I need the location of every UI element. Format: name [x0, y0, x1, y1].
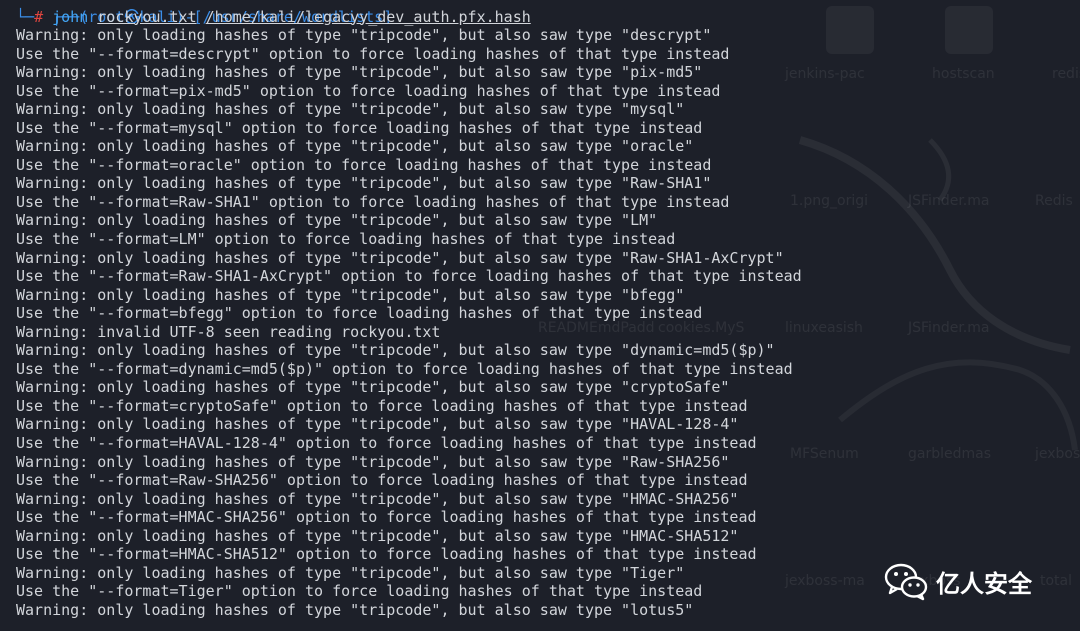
desktop-label: total [1040, 573, 1073, 589]
prompt-command-line: └─# john rockyou.txt /home/kali/legacyy_… [16, 8, 531, 27]
output-line: Warning: only loading hashes of type "tr… [16, 100, 685, 119]
output-line: Use the "--format=descrypt" option to fo… [16, 44, 730, 63]
output-line: Warning: invalid UTF-8 seen reading rock… [16, 322, 441, 341]
output-line: Use the "--format=bfegg" option to force… [16, 304, 703, 323]
terminal-window[interactable]: jenkins-pac hostscan redis 1.png_origi J… [0, 0, 1080, 631]
output-line: Warning: only loading hashes of type "tr… [16, 600, 694, 619]
kali-dragon-wallpaper-icon [798, 136, 1078, 451]
watermark-text: 亿人安全 [936, 569, 1032, 598]
command-arg-wordlist[interactable]: rockyou.txt [97, 8, 196, 26]
output-line: Use the "--format=Raw-SHA1" option to fo… [16, 192, 730, 211]
output-line: Warning: only loading hashes of type "tr… [16, 415, 739, 434]
output-line: Warning: only loading hashes of type "tr… [16, 26, 712, 44]
output-line: Use the "--format=LM" option to force lo… [16, 230, 676, 249]
watermark: 亿人安全 [884, 557, 1032, 605]
output-line: Use the "--format=HMAC-SHA512" option to… [16, 545, 757, 564]
desktop-file-icon [826, 6, 874, 54]
output-line: Warning: only loading hashes of type "tr… [16, 211, 658, 230]
output-line: Warning: only loading hashes of type "tr… [16, 526, 739, 545]
output-line: Use the "--format=Raw-SHA1-AxCrypt" opti… [16, 267, 802, 286]
output-line: Use the "--format=pix-md5" option to for… [16, 81, 721, 100]
output-line: Warning: only loading hashes of type "tr… [16, 174, 712, 193]
output-line: Use the "--format=Tiger" option to force… [16, 582, 703, 601]
desktop-label: hostscan [932, 66, 995, 82]
prompt-corner: └─ [16, 7, 35, 26]
terminal-output: Warning: only loading hashes of type "tr… [16, 26, 802, 620]
desktop-label: redis [1052, 66, 1080, 82]
output-line: Use the "--format=cryptoSafe" option to … [16, 396, 748, 415]
output-line: Warning: only loading hashes of type "tr… [16, 63, 703, 82]
output-line: Use the "--format=mysql" option to force… [16, 118, 703, 137]
output-line: Use the "--format=HMAC-SHA256" option to… [16, 508, 757, 527]
output-line: Warning: only loading hashes of type "tr… [16, 137, 694, 156]
output-line: Use the "--format=Raw-SHA256" option to … [16, 471, 748, 490]
output-line: Use the "--format=HAVAL-128-4" option to… [16, 434, 757, 453]
output-line: Warning: only loading hashes of type "tr… [16, 563, 685, 582]
output-line: Warning: only loading hashes of type "tr… [16, 378, 730, 397]
wechat-icon [884, 563, 928, 601]
prompt-hash: # [34, 7, 44, 26]
command-name: john [52, 7, 89, 26]
output-line: Warning: only loading hashes of type "tr… [16, 452, 730, 471]
output-line: Warning: only loading hashes of type "tr… [16, 341, 775, 360]
output-line: Warning: only loading hashes of type "tr… [16, 489, 739, 508]
output-line: Warning: only loading hashes of type "tr… [16, 248, 784, 267]
command-arg-hashfile[interactable]: /home/kali/legacyy_dev_auth.pfx.hash [206, 8, 531, 26]
output-line: Use the "--format=oracle" option to forc… [16, 155, 712, 174]
output-line: Warning: only loading hashes of type "tr… [16, 285, 685, 304]
desktop-gear-icon [945, 6, 993, 54]
output-line: Use the "--format=dynamic=md5($p)" optio… [16, 359, 793, 378]
